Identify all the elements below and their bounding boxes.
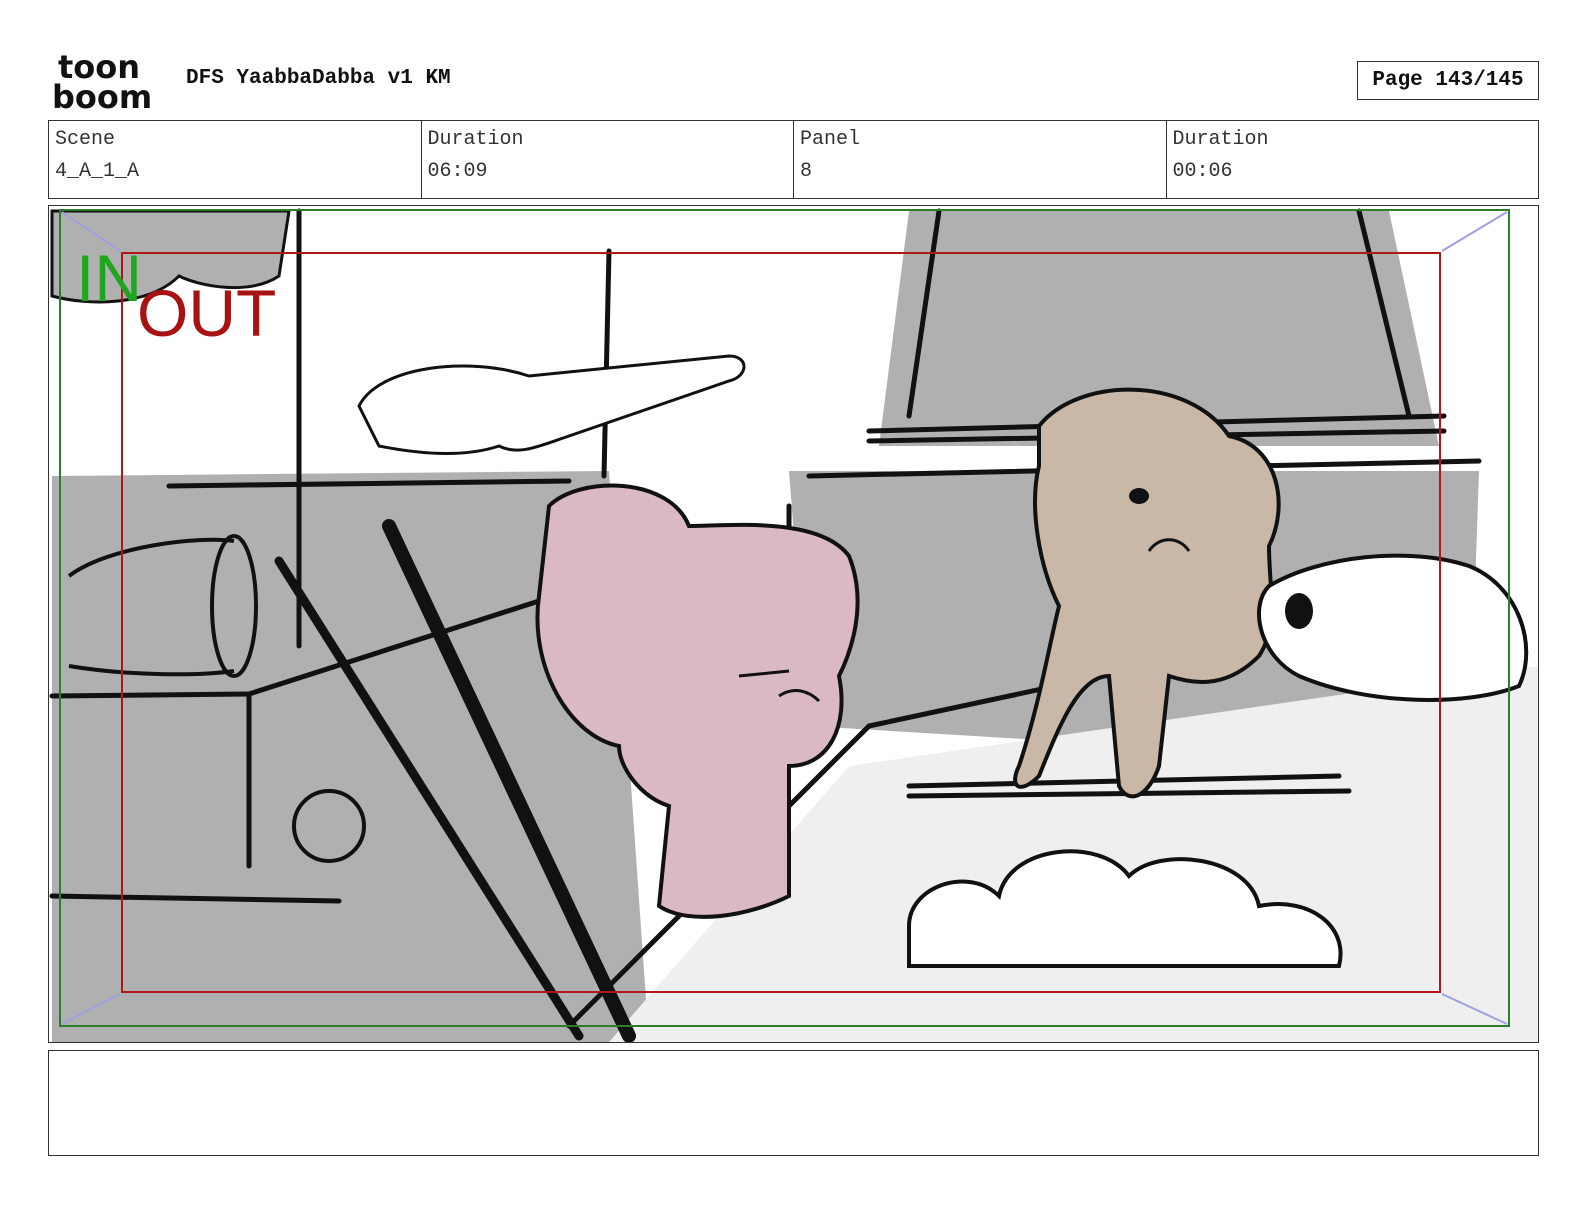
storyboard-panel: IN OUT bbox=[48, 205, 1539, 1043]
panel-notes[interactable] bbox=[48, 1050, 1539, 1156]
out-label: OUT bbox=[137, 276, 276, 350]
panel-cell: Panel 8 bbox=[793, 121, 1166, 198]
panel-value: 8 bbox=[800, 160, 813, 183]
scene-duration-label: Duration bbox=[427, 128, 524, 151]
pointing-arm bbox=[357, 354, 746, 455]
in-label: IN bbox=[76, 241, 142, 315]
scene-duration-cell: Duration 06:09 bbox=[420, 121, 794, 198]
panel-sketch: IN OUT bbox=[49, 208, 1538, 1042]
page-indicator: Page 143/145 bbox=[1357, 61, 1539, 100]
panel-duration-label: Duration bbox=[1172, 128, 1269, 151]
notes-text bbox=[49, 1051, 1538, 1067]
panel-duration-value: 00:06 bbox=[1172, 160, 1233, 183]
scene-duration-value: 06:09 bbox=[427, 160, 488, 183]
logo-line-2: boom bbox=[52, 78, 152, 112]
panel-label: Panel bbox=[800, 128, 861, 151]
scene-value: 4_A_1_A bbox=[55, 160, 140, 183]
scene-label: Scene bbox=[55, 128, 116, 151]
panel-duration-cell: Duration 00:06 bbox=[1165, 121, 1539, 198]
toon-boom-logo: toon boom bbox=[52, 50, 152, 112]
scene-cell: Scene 4_A_1_A bbox=[49, 121, 421, 198]
project-title: DFS YaabbaDabba v1 KM bbox=[186, 67, 451, 90]
panel-info-table: Scene 4_A_1_A Duration 06:09 Panel 8 Dur… bbox=[48, 120, 1539, 199]
